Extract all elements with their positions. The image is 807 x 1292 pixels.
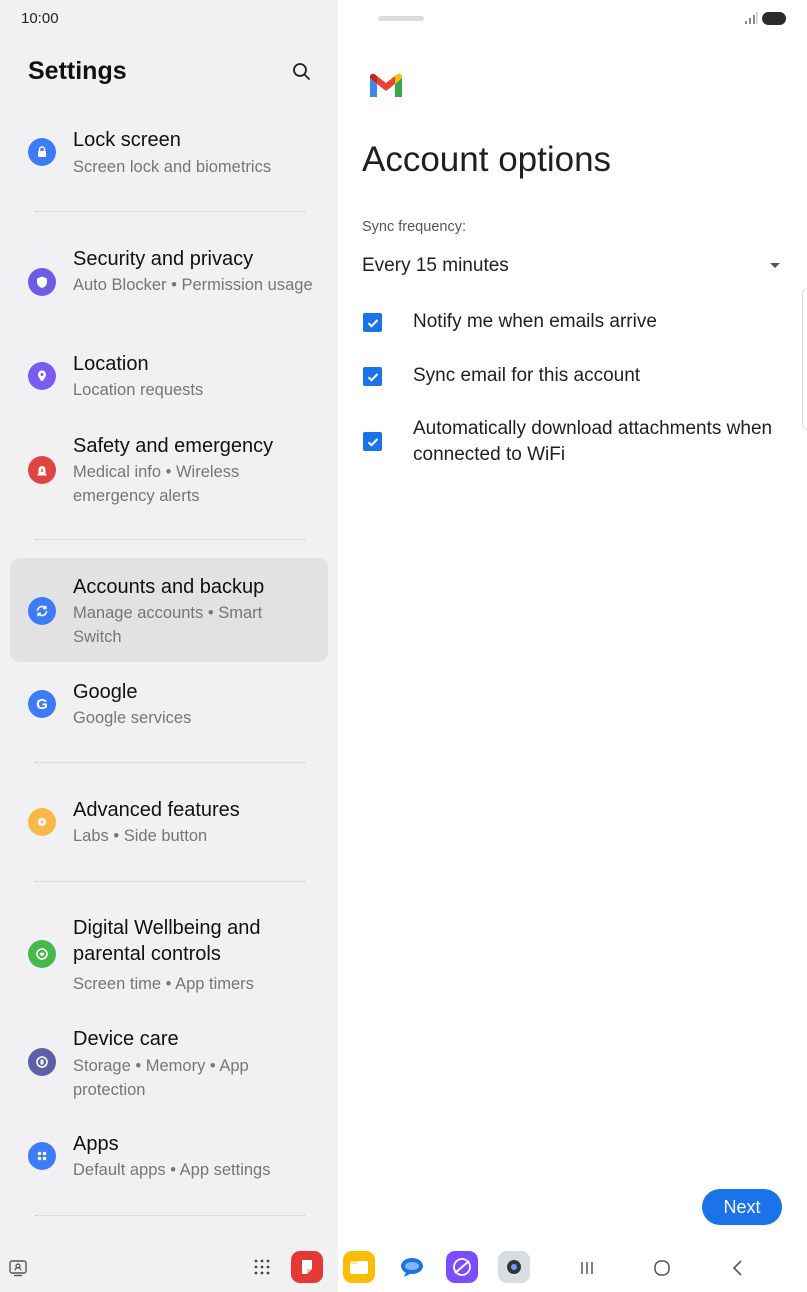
recents-button[interactable] — [575, 1256, 599, 1280]
search-button[interactable] — [289, 59, 315, 85]
settings-title: Settings — [28, 57, 127, 85]
divider — [35, 762, 305, 763]
settings-item-subtitle: Manage accounts • Smart Switch — [73, 604, 263, 646]
auto-download-checkbox-row[interactable]: Automatically download attachments when … — [358, 416, 778, 470]
page-title: Account options — [362, 140, 612, 179]
location-pin-icon — [28, 362, 56, 390]
internet-app-icon[interactable] — [446, 1251, 478, 1283]
search-icon — [293, 63, 310, 80]
app-drawer-button[interactable] — [246, 1251, 278, 1283]
settings-item-title: Digital Wellbeing and parental controls — [73, 917, 261, 965]
settings-item-digital-wellbeing[interactable]: Digital Wellbeing and parental controls … — [10, 908, 328, 1000]
battery-icon — [762, 12, 786, 25]
google-g-icon: G — [28, 690, 56, 718]
wellbeing-heart-icon — [28, 940, 56, 968]
account-options-pane: Account options Sync frequency: Every 15… — [338, 0, 807, 1292]
recent-screen-button[interactable] — [6, 1256, 30, 1280]
sync-email-checkbox-row[interactable]: Sync email for this account — [358, 363, 778, 391]
notify-emails-checkbox[interactable] — [363, 313, 382, 332]
device-care-icon — [28, 1048, 56, 1076]
settings-item-title: Location — [73, 353, 149, 375]
checkmark-icon — [367, 437, 378, 447]
sync-frequency-label: Sync frequency: — [362, 219, 466, 235]
notify-emails-checkbox-row[interactable]: Notify me when emails arrive — [358, 309, 778, 337]
signal-icon — [745, 12, 758, 24]
settings-item-title: Device care — [73, 1028, 179, 1050]
settings-item-lock-screen[interactable]: Lock screen Screen lock and biometrics — [10, 120, 328, 188]
settings-item-subtitle: Location requests — [73, 381, 204, 399]
camera-app-icon[interactable] — [498, 1251, 530, 1283]
edge-panel-handle[interactable] — [802, 288, 807, 430]
home-icon — [654, 1260, 670, 1276]
settings-item-title: Apps — [73, 1133, 119, 1155]
settings-item-subtitle: Default apps • App settings — [73, 1161, 271, 1179]
settings-item-title: Advanced features — [73, 799, 240, 821]
shield-icon — [28, 268, 56, 296]
settings-item-subtitle: Google services — [73, 709, 192, 727]
settings-item-subtitle: Screen lock and biometrics — [73, 158, 272, 176]
settings-item-title: Lock screen — [73, 129, 181, 151]
status-time: 10:00 — [21, 10, 59, 27]
my-files-app-icon[interactable] — [343, 1251, 375, 1283]
display-person-icon — [9, 1260, 27, 1277]
divider — [35, 1215, 305, 1216]
checkmark-icon — [367, 318, 378, 328]
settings-item-subtitle: Storage • Memory • App protection — [73, 1057, 249, 1099]
divider — [35, 881, 305, 882]
settings-item-subtitle: Medical info • Wireless emergency alerts — [73, 463, 240, 505]
gmail-logo-icon — [370, 73, 402, 97]
home-button[interactable] — [650, 1256, 674, 1280]
next-button[interactable]: Next — [702, 1189, 782, 1225]
checkmark-icon — [367, 372, 378, 382]
emergency-siren-icon — [28, 456, 56, 484]
sync-icon — [28, 597, 56, 625]
apps-grid-icon — [28, 1142, 56, 1170]
settings-pane: 10:00 Settings Lock screen Screen lock a… — [0, 0, 338, 1292]
chevron-down-icon — [770, 263, 780, 268]
sync-email-checkbox[interactable] — [363, 367, 382, 386]
drag-handle[interactable] — [378, 16, 424, 21]
apps-grid-icon — [254, 1259, 270, 1275]
settings-item-subtitle: Auto Blocker • Permission usage — [73, 276, 313, 294]
settings-item-apps[interactable]: Apps Default apps • App settings — [10, 1124, 328, 1190]
settings-item-title: Accounts and backup — [73, 576, 265, 598]
checkbox-label: Sync email for this account — [413, 365, 641, 386]
gear-star-icon — [28, 808, 56, 836]
settings-item-google[interactable]: G Google Google services — [10, 672, 328, 738]
back-button[interactable] — [726, 1256, 750, 1280]
checkbox-label: Automatically download attachments when … — [413, 418, 773, 465]
settings-item-title: Safety and emergency — [73, 435, 274, 457]
settings-item-location[interactable]: Location Location requests — [10, 344, 328, 410]
messages-app-icon[interactable] — [396, 1251, 428, 1283]
recents-icon — [581, 1262, 593, 1274]
settings-item-title: Google — [73, 681, 138, 703]
settings-item-subtitle: Labs • Side button — [73, 827, 208, 845]
sync-frequency-value: Every 15 minutes — [362, 255, 509, 276]
chevron-left-icon — [732, 1260, 742, 1276]
settings-item-title: Security and privacy — [73, 248, 254, 270]
settings-item-safety[interactable]: Safety and emergency Medical info • Wire… — [10, 426, 328, 514]
checkbox-label: Notify me when emails arrive — [413, 311, 657, 332]
settings-item-device-care[interactable]: Device care Storage • Memory • App prote… — [10, 1019, 328, 1107]
settings-item-subtitle: Screen time • App timers — [73, 975, 254, 993]
divider — [35, 539, 305, 540]
settings-item-advanced-features[interactable]: Advanced features Labs • Side button — [10, 790, 328, 856]
auto-download-checkbox[interactable] — [363, 432, 382, 451]
settings-item-security[interactable]: Security and privacy Auto Blocker • Perm… — [10, 238, 328, 326]
sync-frequency-dropdown[interactable]: Every 15 minutes — [354, 246, 780, 286]
divider — [35, 211, 305, 212]
notes-app-icon[interactable] — [291, 1251, 323, 1283]
lock-icon — [28, 138, 56, 166]
settings-item-accounts-backup[interactable]: Accounts and backup Manage accounts • Sm… — [10, 558, 328, 662]
